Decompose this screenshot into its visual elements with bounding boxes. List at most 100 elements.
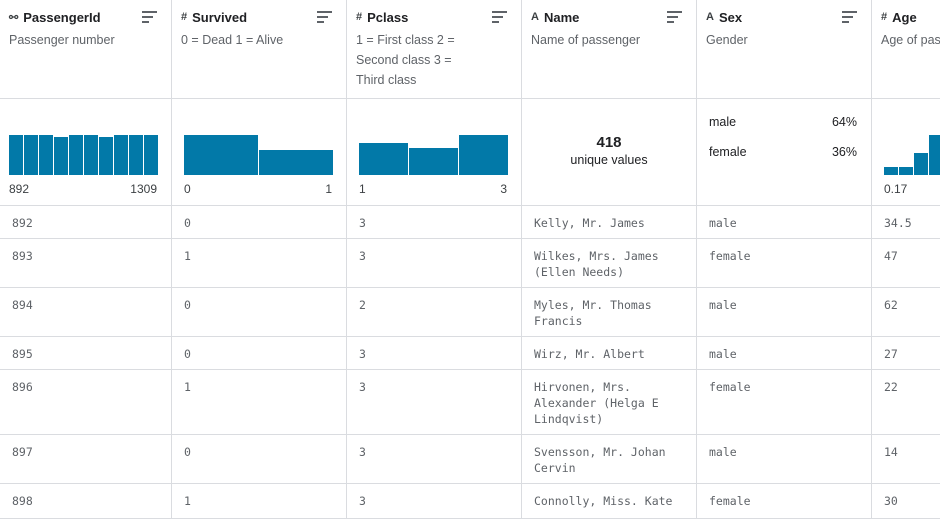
- table-cell[interactable]: Svensson, Mr. Johan Cervin: [522, 435, 696, 484]
- number-icon: #: [356, 11, 363, 23]
- table-cell[interactable]: 897: [0, 435, 171, 484]
- table-cell[interactable]: 3: [347, 484, 521, 519]
- table-cell[interactable]: 22: [872, 370, 940, 435]
- column-header[interactable]: # Pclass 1 = First class 2 = Second clas…: [347, 0, 521, 99]
- column-title: Name: [543, 9, 580, 25]
- table-cell[interactable]: 47: [872, 239, 940, 288]
- column-header[interactable]: # Age Age of passenger: [872, 0, 940, 99]
- table-cell[interactable]: female: [697, 239, 871, 288]
- table-cell[interactable]: 14: [872, 435, 940, 484]
- sort-icon[interactable]: [492, 11, 507, 23]
- table-cell[interactable]: 895: [0, 337, 171, 370]
- column-age: # Age Age of passenger 0.17 34.547622722…: [872, 0, 940, 519]
- table-cell[interactable]: male: [697, 206, 871, 239]
- column-passengerid: ⚯ PassengerId Passenger number 892 1309 …: [0, 0, 172, 519]
- sort-icon[interactable]: [142, 11, 157, 23]
- histogram-bar: [899, 167, 914, 175]
- histogram-bar: [914, 153, 929, 175]
- histogram-bar: [69, 135, 84, 175]
- column-summary: male 64% female 36%: [697, 99, 871, 206]
- sort-icon[interactable]: [667, 11, 682, 23]
- column-name: A Name Name of passenger 418 unique valu…: [522, 0, 697, 519]
- table-cell[interactable]: 1: [172, 370, 346, 435]
- histogram-max: 1: [325, 182, 332, 196]
- histogram-bar: [409, 147, 459, 175]
- column-header[interactable]: A Name Name of passenger: [522, 0, 696, 99]
- histogram-bar: [359, 143, 409, 175]
- table-cell[interactable]: Kelly, Mr. James: [522, 206, 696, 239]
- table-cell[interactable]: 0: [172, 435, 346, 484]
- histogram-max: 3: [500, 182, 507, 196]
- column-header[interactable]: ⚯ PassengerId Passenger number: [0, 0, 171, 99]
- column-description: Name of passenger: [531, 33, 641, 47]
- table-cell[interactable]: 893: [0, 239, 171, 288]
- table-cell[interactable]: 3: [347, 370, 521, 435]
- table-cell[interactable]: 62: [872, 288, 940, 337]
- table-cell[interactable]: 1: [172, 239, 346, 288]
- column-description: Passenger number: [9, 33, 115, 47]
- histogram-bar: [129, 135, 144, 175]
- category-row: male 64%: [709, 115, 857, 129]
- histogram-bar: [24, 135, 39, 175]
- histogram-bar: [929, 135, 940, 175]
- sort-icon[interactable]: [317, 11, 332, 23]
- table-cell[interactable]: 3: [347, 435, 521, 484]
- histogram-bar: [54, 137, 69, 175]
- table-cell[interactable]: 0: [172, 206, 346, 239]
- table-cell[interactable]: 1: [172, 484, 346, 519]
- table-cell[interactable]: Hirvonen, Mrs. Alexander (Helga E Lindqv…: [522, 370, 696, 435]
- table-cell[interactable]: male: [697, 288, 871, 337]
- column-survived: # Survived 0 = Dead 1 = Alive 0 1 010010…: [172, 0, 347, 519]
- category-percent: 64%: [831, 115, 857, 129]
- category-row: female 36%: [709, 145, 857, 159]
- histogram-bar: [459, 135, 509, 175]
- table-cell[interactable]: 3: [347, 206, 521, 239]
- table-cell[interactable]: 27: [872, 337, 940, 370]
- table-cell[interactable]: Connolly, Miss. Kate: [522, 484, 696, 519]
- table-cell[interactable]: 892: [0, 206, 171, 239]
- histogram-bar: [259, 149, 334, 175]
- histogram-bar: [99, 137, 114, 175]
- table-cell[interactable]: Myles, Mr. Thomas Francis: [522, 288, 696, 337]
- histogram: [9, 107, 159, 175]
- table-cell[interactable]: 2: [347, 288, 521, 337]
- histogram: [884, 107, 940, 175]
- histogram-max: 1309: [130, 182, 157, 196]
- histogram-bar: [184, 135, 259, 175]
- table-cell[interactable]: female: [697, 484, 871, 519]
- table-cell[interactable]: Wirz, Mr. Albert: [522, 337, 696, 370]
- table-cell[interactable]: 0: [172, 288, 346, 337]
- table-cell[interactable]: 896: [0, 370, 171, 435]
- column-summary: 418 unique values: [522, 99, 696, 206]
- table-cell[interactable]: 34.5: [872, 206, 940, 239]
- table-cell[interactable]: Wilkes, Mrs. James (Ellen Needs): [522, 239, 696, 288]
- histogram-min: 892: [9, 182, 30, 196]
- column-summary: 892 1309: [0, 99, 171, 206]
- unique-label: unique values: [570, 153, 648, 167]
- number-icon: #: [181, 11, 188, 23]
- table-cell[interactable]: 3: [347, 239, 521, 288]
- text-icon: A: [531, 11, 539, 23]
- table-cell[interactable]: 894: [0, 288, 171, 337]
- table-cell[interactable]: 0: [172, 337, 346, 370]
- table-cell[interactable]: male: [697, 337, 871, 370]
- column-title: Age: [892, 9, 917, 25]
- histogram-min: 1: [359, 182, 366, 196]
- column-header[interactable]: A Sex Gender: [697, 0, 871, 99]
- histogram-bar: [884, 167, 899, 175]
- histogram-bar: [39, 135, 54, 175]
- table-cell[interactable]: male: [697, 435, 871, 484]
- column-description: 1 = First class 2 = Second class 3 = Thi…: [356, 33, 455, 87]
- table-cell[interactable]: 3: [347, 337, 521, 370]
- table-cell[interactable]: 30: [872, 484, 940, 519]
- sort-icon[interactable]: [842, 11, 857, 23]
- column-sex: A Sex Gender male 64% female 36% male fem…: [697, 0, 872, 519]
- histogram: [184, 107, 334, 175]
- column-summary: 0.17: [872, 99, 940, 206]
- table-cell[interactable]: 898: [0, 484, 171, 519]
- histogram-min: 0.17: [884, 182, 908, 196]
- table-cell[interactable]: female: [697, 370, 871, 435]
- column-pclass: # Pclass 1 = First class 2 = Second clas…: [347, 0, 522, 519]
- column-header[interactable]: # Survived 0 = Dead 1 = Alive: [172, 0, 346, 99]
- column-description: Gender: [706, 33, 748, 47]
